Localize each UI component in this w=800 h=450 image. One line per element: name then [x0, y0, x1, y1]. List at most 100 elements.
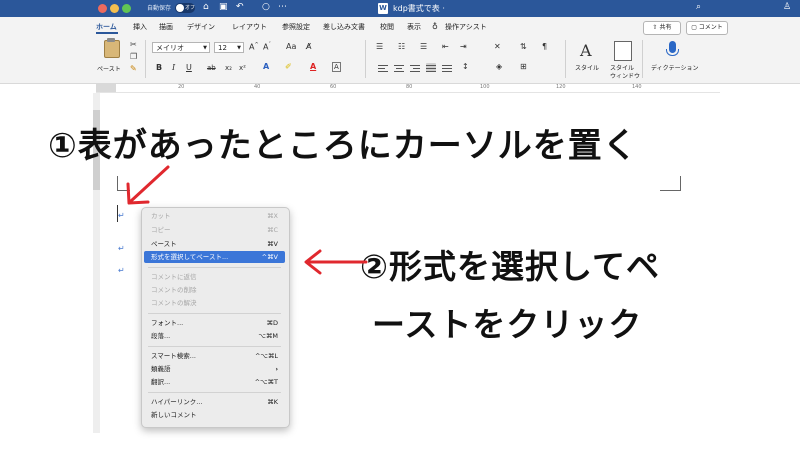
comments-label: コメント [698, 24, 723, 31]
styles-icon[interactable]: A [580, 41, 592, 60]
bullets-icon[interactable]: ☰ [376, 42, 383, 51]
show-marks-icon[interactable]: ¶ [542, 42, 547, 51]
format-painter-icon[interactable]: ✎ [130, 64, 137, 73]
align-left-icon[interactable] [378, 63, 388, 72]
increase-indent-icon[interactable]: ⇥ [460, 42, 467, 51]
tab-mailings[interactable]: 差し込み文書 [323, 22, 365, 32]
align-center-icon[interactable] [394, 63, 404, 72]
autosave-state: オフ [185, 5, 196, 11]
step-1-annotation: ①表があったところにカーソルを置く [48, 126, 638, 166]
tab-view[interactable]: 表示 [407, 22, 421, 32]
clear-format-icon[interactable]: A̸ [306, 42, 311, 51]
tab-layout[interactable]: レイアウト [232, 22, 267, 32]
redo-icon[interactable]: ○ [262, 2, 270, 12]
font-name-select[interactable]: メイリオ ▼ [152, 42, 210, 53]
ruler-number: 100 [480, 84, 490, 90]
multilevel-list-icon[interactable]: ☰ [420, 42, 427, 51]
ruler-number: 40 [254, 84, 261, 90]
menu-item-shortcut: ^⌘V [261, 253, 278, 261]
copy-icon[interactable]: ❐ [130, 52, 137, 61]
step-2-annotation-line-1: ②形式を選択してペ [360, 247, 660, 286]
grow-font-icon[interactable]: A^ [249, 42, 259, 52]
menu-item-reply-comment[interactable]: コメントに返信 [141, 271, 288, 283]
justify-icon[interactable] [426, 63, 436, 72]
menu-item-copy[interactable]: コピー ⌘C [141, 224, 288, 236]
autosave-toggle[interactable]: オフ [175, 3, 195, 13]
decrease-indent-icon[interactable]: ⇤ [442, 42, 449, 51]
highlight-icon[interactable]: ✐ [285, 62, 292, 71]
font-size-value: 12 [218, 44, 227, 52]
menu-item-label: スマート検索... [151, 352, 197, 360]
superscript-icon[interactable]: x² [239, 64, 246, 72]
numbering-icon[interactable]: ☷ [398, 42, 405, 51]
menu-item-hyperlink[interactable]: ハイパーリンク... ⌘K [141, 396, 288, 408]
menu-item-new-comment[interactable]: 新しいコメント [141, 409, 288, 421]
undo-icon[interactable]: ↶ [236, 2, 244, 12]
menu-item-delete-comment[interactable]: コメントの削除 [141, 284, 288, 296]
subscript-icon[interactable]: x₂ [225, 64, 232, 72]
menu-item-paragraph[interactable]: 段落... ⌥⌘M [141, 330, 288, 342]
ruler-number: 80 [406, 84, 413, 90]
minimize-window-button[interactable] [110, 4, 119, 13]
borders-icon[interactable]: ⊞ [520, 62, 527, 71]
tab-draw[interactable]: 描画 [159, 22, 173, 32]
menu-item-resolve-comment[interactable]: コメントの解決 [141, 297, 288, 309]
font-color-icon[interactable]: A [310, 62, 316, 71]
save-icon[interactable]: ▣ [219, 2, 228, 12]
close-window-button[interactable] [98, 4, 107, 13]
menu-item-smart-lookup[interactable]: スマート検索... ^⌥⌘L [141, 350, 288, 362]
tab-insert[interactable]: 挿入 [133, 22, 147, 32]
share-button[interactable]: ⇧ 共有 [643, 21, 681, 35]
text-effects-icon[interactable]: A [263, 62, 269, 71]
menu-item-paste-special[interactable]: 形式を選択してペースト... ^⌘V [144, 251, 285, 263]
strikethrough-icon[interactable]: ab [207, 64, 216, 72]
autosave-label: 自動保存 [147, 5, 172, 12]
tab-design[interactable]: デザイン [187, 22, 215, 32]
arrow-to-cursor [129, 165, 170, 203]
sort-icon[interactable]: ⇅ [520, 42, 527, 51]
tab-home[interactable]: ホーム [96, 22, 117, 32]
change-case-icon[interactable]: Aa [286, 42, 296, 51]
comments-button[interactable]: ▢ コメント [686, 21, 728, 35]
distributed-icon[interactable] [442, 63, 452, 72]
menu-item-paste[interactable]: ペースト ⌘V [141, 238, 288, 250]
menu-item-translate[interactable]: 翻訳... ^⌥⌘T [141, 376, 288, 388]
menu-item-shortcut: ⌘V [267, 240, 278, 248]
styles-pane-icon[interactable] [614, 41, 632, 61]
search-icon[interactable]: ⌕ [696, 2, 701, 12]
paragraph-mark-icon: ↵ [118, 244, 125, 253]
cut-icon[interactable]: ✂ [130, 40, 137, 49]
ribbon-separator [365, 40, 366, 78]
ruler-number: 120 [556, 84, 566, 90]
line-spacing-icon[interactable]: ↕ [462, 62, 469, 71]
more-icon[interactable]: ⋯ [278, 2, 287, 12]
menu-item-cut[interactable]: カット ⌘X [141, 210, 288, 222]
align-right-icon[interactable] [410, 63, 420, 72]
font-size-select[interactable]: 12 ▼ [214, 42, 244, 53]
menu-item-shortcut: ⌘K [267, 398, 278, 406]
menu-item-font[interactable]: フォント... ⌘D [141, 317, 288, 329]
profile-icon[interactable]: ♙ [783, 2, 791, 12]
clipboard-clip-icon [107, 38, 115, 42]
word-document-icon: W [378, 3, 388, 14]
lightbulb-icon: ♁ [432, 22, 438, 31]
menu-item-label: ハイパーリンク... [151, 398, 203, 406]
zoom-window-button[interactable] [122, 4, 131, 13]
paragraph-mark-icon: ↵ [118, 266, 125, 275]
shading-icon[interactable]: ◈ [496, 62, 502, 71]
menu-item-shortcut: ⌥⌘M [258, 332, 278, 340]
character-shading-icon[interactable]: A [332, 62, 341, 72]
arrow-head-to-cursor [126, 182, 150, 205]
bold-icon[interactable]: B [156, 63, 162, 72]
styles-label: スタイル [575, 65, 600, 72]
underline-icon[interactable]: U [186, 63, 192, 72]
tab-review[interactable]: 校閲 [380, 22, 394, 32]
tab-references[interactable]: 参照設定 [282, 22, 310, 32]
italic-icon[interactable]: I [172, 63, 175, 72]
home-icon[interactable]: ⌂ [203, 2, 209, 12]
asian-layout-icon[interactable]: ✕ [494, 42, 501, 51]
menu-item-label: フォント... [151, 319, 184, 327]
shrink-font-icon[interactable]: Aˇ [263, 42, 271, 52]
tab-tell-me[interactable]: 操作アシスト [445, 22, 487, 32]
menu-item-synonyms[interactable]: 類義語 › [141, 363, 288, 375]
